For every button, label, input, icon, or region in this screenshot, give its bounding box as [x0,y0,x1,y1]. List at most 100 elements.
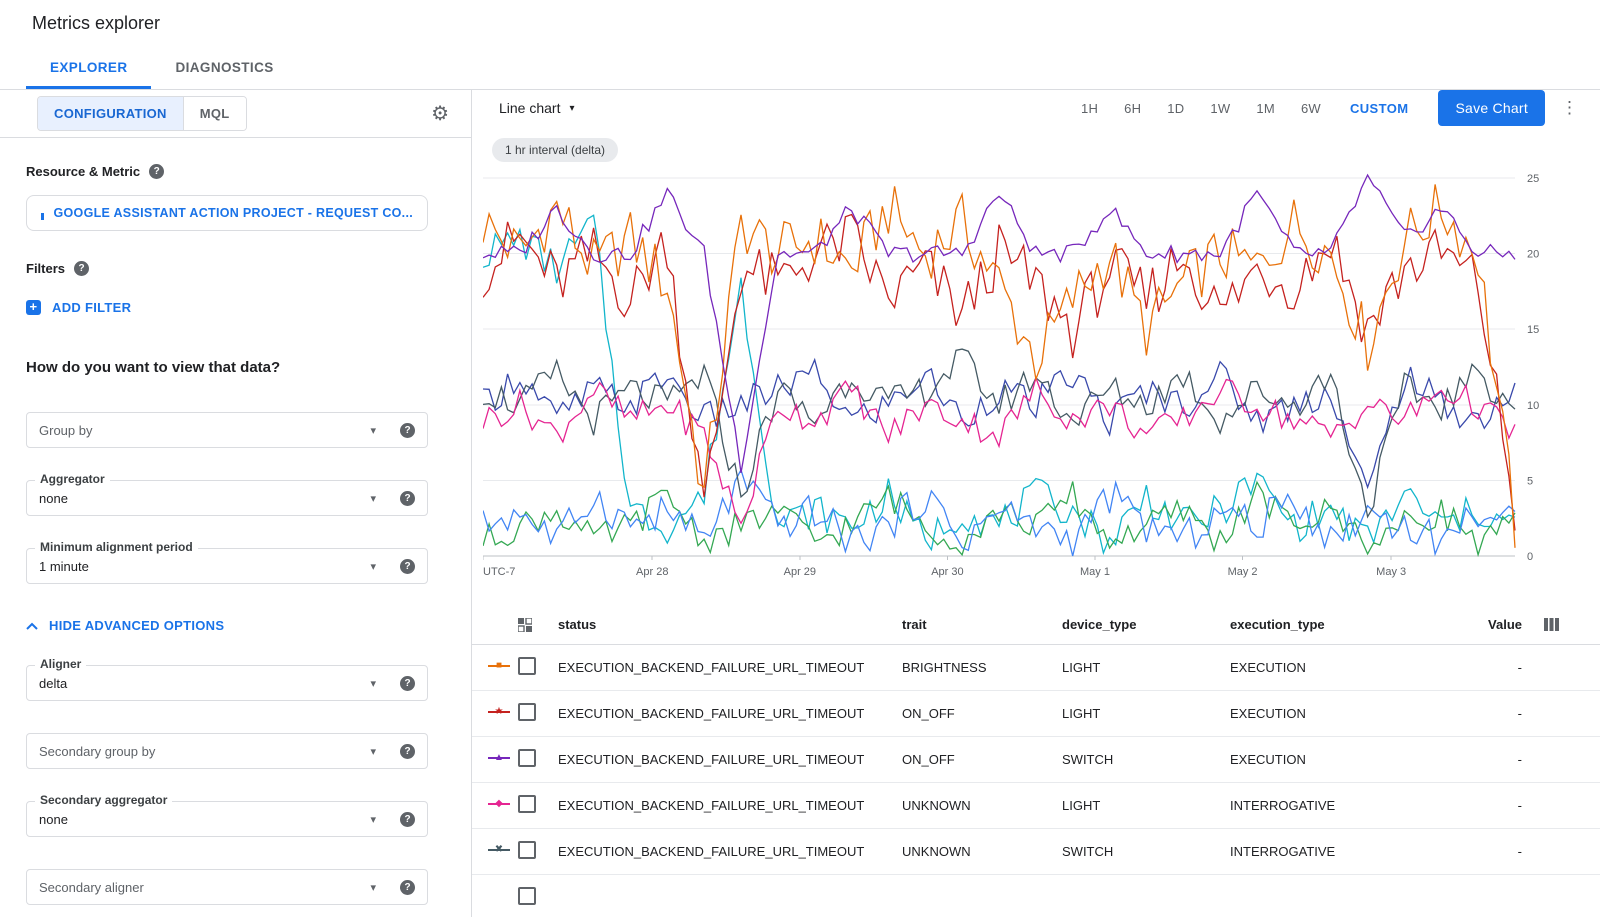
series-marker-icon: ◆ [488,797,510,811]
tab-configuration[interactable]: CONFIGURATION [38,97,183,130]
help-icon[interactable]: ? [400,812,415,827]
field-label: Aggregator [35,472,110,486]
chart-toolbar: Line chart ▾ 1H 6H 1D 1W 1M 6W CUSTOM Sa… [472,90,1600,126]
execution-type-cell: INTERROGATIVE [1230,844,1450,859]
range-custom-button[interactable]: CUSTOM [1334,93,1425,124]
range-1w-button[interactable]: 1W [1197,93,1243,124]
secondary-aligner-select[interactable]: Secondary aligner ▾ ? [26,869,428,905]
chevron-up-icon [26,622,38,630]
row-checkbox[interactable] [518,887,536,905]
series-marker-icon: ■ [488,659,510,673]
svg-text:May 3: May 3 [1376,566,1406,578]
chevron-down-icon: ▾ [370,813,376,826]
value-cell: - [1450,798,1522,813]
table-row: ✖ EXECUTION_BACKEND_FAILURE_URL_TIMEOUTUN… [472,829,1600,875]
svg-text:May 2: May 2 [1228,566,1258,578]
status-cell: EXECUTION_BACKEND_FAILURE_URL_TIMEOUT [558,798,902,813]
alignment-period-field: Minimum alignment period 1 minute ▾ ? [26,548,428,584]
tab-diagnostics[interactable]: DIAGNOSTICS [151,46,297,89]
chart-area: Line chart ▾ 1H 6H 1D 1W 1M 6W CUSTOM Sa… [472,90,1600,917]
range-6w-button[interactable]: 6W [1288,93,1334,124]
add-filter-label: ADD FILTER [52,300,131,315]
more-vert-icon[interactable]: ⋮ [1561,98,1578,118]
bar-chart-icon [41,207,44,220]
table-row [472,875,1600,917]
field-label: Minimum alignment period [35,540,198,554]
hide-advanced-options-button[interactable]: HIDE ADVANCED OPTIONS [26,618,445,633]
series-marker-icon: ✖ [488,843,510,857]
svg-text:Apr 28: Apr 28 [636,566,668,578]
help-icon[interactable]: ? [74,261,89,276]
field-value: 1 minute [39,559,89,574]
status-cell: EXECUTION_BACKEND_FAILURE_URL_TIMEOUT [558,844,902,859]
value-cell: - [1450,706,1522,721]
legend-toggle-icon[interactable] [518,618,532,632]
chart-type-label: Line chart [499,100,560,116]
chart-type-select[interactable]: Line chart ▾ [499,100,575,116]
table-row: ★EXECUTION_BACKEND_FAILURE_URL_TIMEOUTON… [472,691,1600,737]
help-icon[interactable]: ? [400,423,415,438]
svg-text:15: 15 [1527,324,1539,336]
row-checkbox[interactable] [518,841,536,859]
save-chart-button[interactable]: Save Chart [1438,90,1545,126]
resource-metric-section: Resource & Metric ? [26,164,445,179]
tab-mql[interactable]: MQL [183,97,246,130]
series-table: status trait device_type execution_type … [472,605,1600,917]
trait-cell: UNKNOWN [902,844,1062,859]
help-icon[interactable]: ? [400,491,415,506]
range-1h-button[interactable]: 1H [1068,93,1111,124]
col-device-type: device_type [1062,617,1230,632]
row-checkbox[interactable] [518,795,536,813]
help-icon[interactable]: ? [400,559,415,574]
field-value: delta [39,676,67,691]
chevron-down-icon: ▾ [569,103,574,114]
chevron-down-icon: ▾ [370,492,376,505]
settings-gear-icon[interactable]: ⚙ [431,104,449,124]
help-icon[interactable]: ? [149,164,164,179]
secondary-aligner-field: Secondary aligner ▾ ? [26,869,428,905]
chevron-down-icon: ▾ [370,745,376,758]
tab-explorer[interactable]: EXPLORER [26,46,151,89]
range-6h-button[interactable]: 6H [1111,93,1154,124]
device-type-cell: LIGHT [1062,798,1230,813]
row-checkbox[interactable] [518,703,536,721]
status-cell: EXECUTION_BACKEND_FAILURE_URL_TIMEOUT [558,752,902,767]
col-execution-type: execution_type [1230,617,1450,632]
hide-advanced-options-label: HIDE ADVANCED OPTIONS [49,618,224,633]
help-icon[interactable]: ? [400,676,415,691]
add-filter-button[interactable]: + ADD FILTER [26,300,445,315]
trait-cell: ON_OFF [902,752,1062,767]
range-1d-button[interactable]: 1D [1154,93,1197,124]
svg-text:UTC-7: UTC-7 [483,566,515,578]
execution-type-cell: EXECUTION [1230,660,1450,675]
range-1m-button[interactable]: 1M [1243,93,1288,124]
execution-type-cell: EXECUTION [1230,752,1450,767]
metric-selector-label: GOOGLE ASSISTANT ACTION PROJECT - REQUES… [54,206,414,220]
secondary-group-by-select[interactable]: Secondary group by ▾ ? [26,733,428,769]
field-value: Secondary aligner [39,880,144,895]
metric-selector-button[interactable]: GOOGLE ASSISTANT ACTION PROJECT - REQUES… [26,195,428,231]
row-checkbox[interactable] [518,657,536,675]
view-data-question: How do you want to view that data? [26,359,445,376]
add-icon: + [26,300,41,315]
col-status: status [558,617,902,632]
field-label: Aligner [35,657,86,671]
chevron-down-icon: ▾ [370,881,376,894]
svg-text:Apr 30: Apr 30 [931,566,963,578]
col-trait: trait [902,617,1062,632]
value-cell: - [1450,844,1522,859]
row-checkbox[interactable] [518,749,536,767]
help-icon[interactable]: ? [400,744,415,759]
svg-text:May 1: May 1 [1080,566,1110,578]
execution-type-cell: EXECUTION [1230,706,1450,721]
trait-cell: ON_OFF [902,706,1062,721]
svg-text:25: 25 [1527,173,1539,185]
field-label: Secondary aggregator [35,793,172,807]
device-type-cell: SWITCH [1062,844,1230,859]
series-marker-icon: ★ [488,705,510,719]
help-icon[interactable]: ? [400,880,415,895]
column-settings-icon[interactable] [1544,618,1559,631]
svg-text:Apr 29: Apr 29 [784,566,816,578]
group-by-select[interactable]: Group by ▾ ? [26,412,428,448]
execution-type-cell: INTERROGATIVE [1230,798,1450,813]
